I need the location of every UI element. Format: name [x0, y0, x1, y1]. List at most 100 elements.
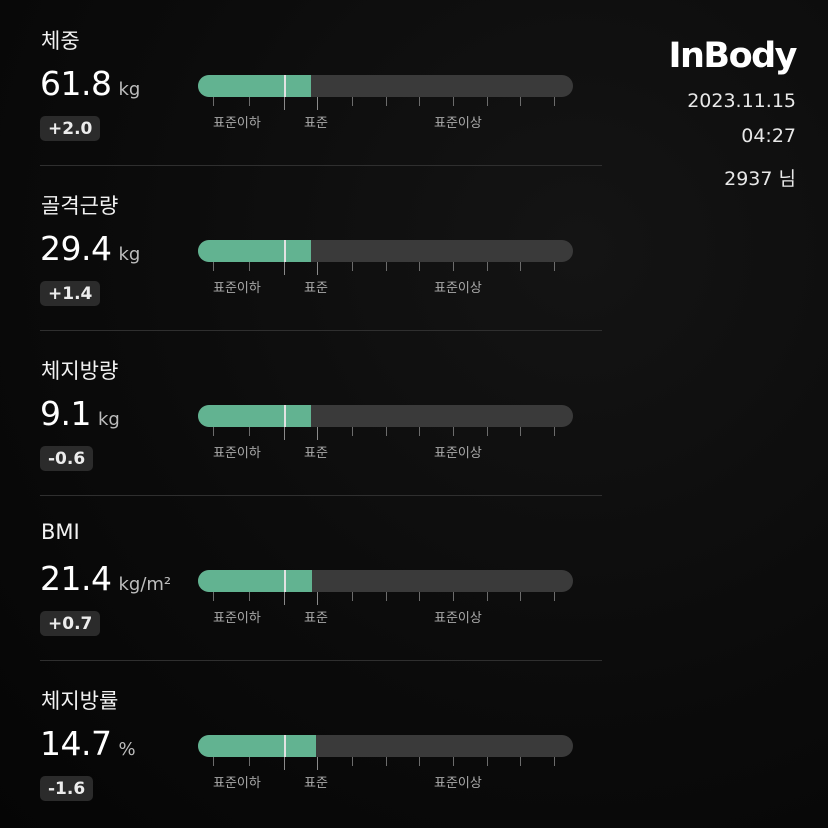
scale-tick — [520, 757, 521, 766]
scale-tick — [453, 97, 454, 106]
range-bar — [198, 735, 573, 757]
metric-unit: kg — [118, 244, 141, 265]
label-standard: 표준 — [304, 446, 328, 461]
standard-marker — [284, 405, 286, 427]
range-bar-fill — [198, 75, 311, 97]
scale-tick — [520, 592, 521, 601]
scale-tick — [317, 592, 318, 605]
metric-unit: % — [118, 739, 136, 760]
label-below-standard: 표준이하 — [213, 281, 261, 296]
metric-value-row: 21.4 kg/m² — [40, 559, 171, 598]
standard-marker — [284, 240, 286, 262]
metric-value: 21.4 — [40, 559, 112, 598]
metric-name: BMI — [41, 520, 80, 544]
scale-ticks — [198, 262, 573, 275]
measurement-date: 2023.11.15 — [687, 90, 796, 112]
range-bar-fill — [198, 405, 311, 427]
scale-tick — [453, 427, 454, 436]
label-above-standard: 표준이상 — [434, 281, 482, 296]
metric-weight: 체중 61.8 kg +2.0 표준이하 표준 표준이상 — [0, 0, 602, 165]
metric-value: 61.8 — [40, 64, 112, 103]
inbody-logo: InBody — [668, 36, 797, 76]
metrics-list: 체중 61.8 kg +2.0 표준이하 표준 표준이상 골격근량 29.4 kg … — [0, 0, 602, 825]
label-standard: 표준 — [304, 281, 328, 296]
metric-name: 골격근량 — [41, 194, 119, 218]
scale-tick — [554, 427, 555, 436]
scale-tick — [249, 427, 250, 436]
change-badge: +2.0 — [40, 116, 101, 141]
scale-tick — [386, 592, 387, 601]
scale-tick — [386, 427, 387, 436]
scale-tick — [284, 97, 285, 110]
metric-value-row: 9.1 kg — [40, 394, 120, 433]
scale-tick — [249, 97, 250, 106]
standard-marker — [284, 735, 286, 757]
scale-tick — [352, 262, 353, 271]
metric-name: 체지방률 — [41, 689, 119, 713]
metric-value-row: 14.7% — [40, 724, 136, 763]
metric-value: 9.1 — [40, 394, 91, 433]
range-bar-fill — [198, 570, 313, 592]
change-badge: +1.4 — [40, 281, 101, 306]
metric-name: 체지방량 — [41, 359, 119, 383]
scale-tick — [213, 262, 214, 271]
scale-tick — [284, 262, 285, 275]
scale-tick — [554, 97, 555, 106]
scale-tick — [487, 757, 488, 766]
scale-tick — [419, 592, 420, 601]
scale-tick — [317, 757, 318, 770]
metric-unit: kg — [97, 409, 120, 430]
scale-tick — [284, 427, 285, 440]
label-below-standard: 표준이하 — [213, 611, 261, 626]
metric-body-fat-mass: 체지방량 9.1 kg -0.6 표준이하 표준 표준이상 — [0, 330, 602, 495]
range-bar-fill — [198, 735, 317, 757]
scale-tick — [249, 262, 250, 271]
scale-tick — [213, 427, 214, 436]
scale-tick — [520, 97, 521, 106]
scale-tick — [317, 427, 318, 440]
metric-value: 14.7 — [40, 724, 112, 763]
change-badge: -0.6 — [40, 446, 94, 471]
metric-value: 29.4 — [40, 229, 112, 268]
scale-tick — [213, 757, 214, 766]
user-id: 2937 님 — [724, 168, 796, 190]
scale-tick — [419, 97, 420, 106]
range-bar — [198, 570, 573, 592]
label-below-standard: 표준이하 — [213, 116, 261, 131]
metric-skeletal-muscle-mass: 골격근량 29.4 kg +1.4 표준이하 표준 표준이상 — [0, 165, 602, 330]
scale-tick — [213, 97, 214, 106]
scale-tick — [352, 427, 353, 436]
range-bar — [198, 240, 573, 262]
range-bar — [198, 75, 573, 97]
scale-tick — [352, 592, 353, 601]
metric-name: 체중 — [41, 29, 80, 53]
label-above-standard: 표준이상 — [434, 776, 482, 791]
label-below-standard: 표준이하 — [213, 776, 261, 791]
standard-marker — [284, 75, 286, 97]
scale-tick — [520, 262, 521, 271]
scale-ticks — [198, 427, 573, 440]
scale-tick — [453, 592, 454, 601]
scale-tick — [419, 262, 420, 271]
label-above-standard: 표준이상 — [434, 446, 482, 461]
label-standard: 표준 — [304, 776, 328, 791]
label-below-standard: 표준이하 — [213, 446, 261, 461]
scale-tick — [487, 427, 488, 436]
scale-tick — [317, 262, 318, 275]
scale-tick — [249, 592, 250, 601]
scale-tick — [386, 262, 387, 271]
scale-tick — [317, 97, 318, 110]
range-bar — [198, 405, 573, 427]
metric-unit: kg/m² — [118, 574, 172, 595]
label-standard: 표준 — [304, 611, 328, 626]
scale-tick — [453, 757, 454, 766]
scale-tick — [487, 592, 488, 601]
scale-tick — [213, 592, 214, 601]
scale-tick — [386, 97, 387, 106]
scale-tick — [453, 262, 454, 271]
scale-tick — [284, 757, 285, 770]
metric-value-row: 61.8 kg — [40, 64, 140, 103]
scale-tick — [487, 97, 488, 106]
label-above-standard: 표준이상 — [434, 116, 482, 131]
scale-ticks — [198, 757, 573, 770]
